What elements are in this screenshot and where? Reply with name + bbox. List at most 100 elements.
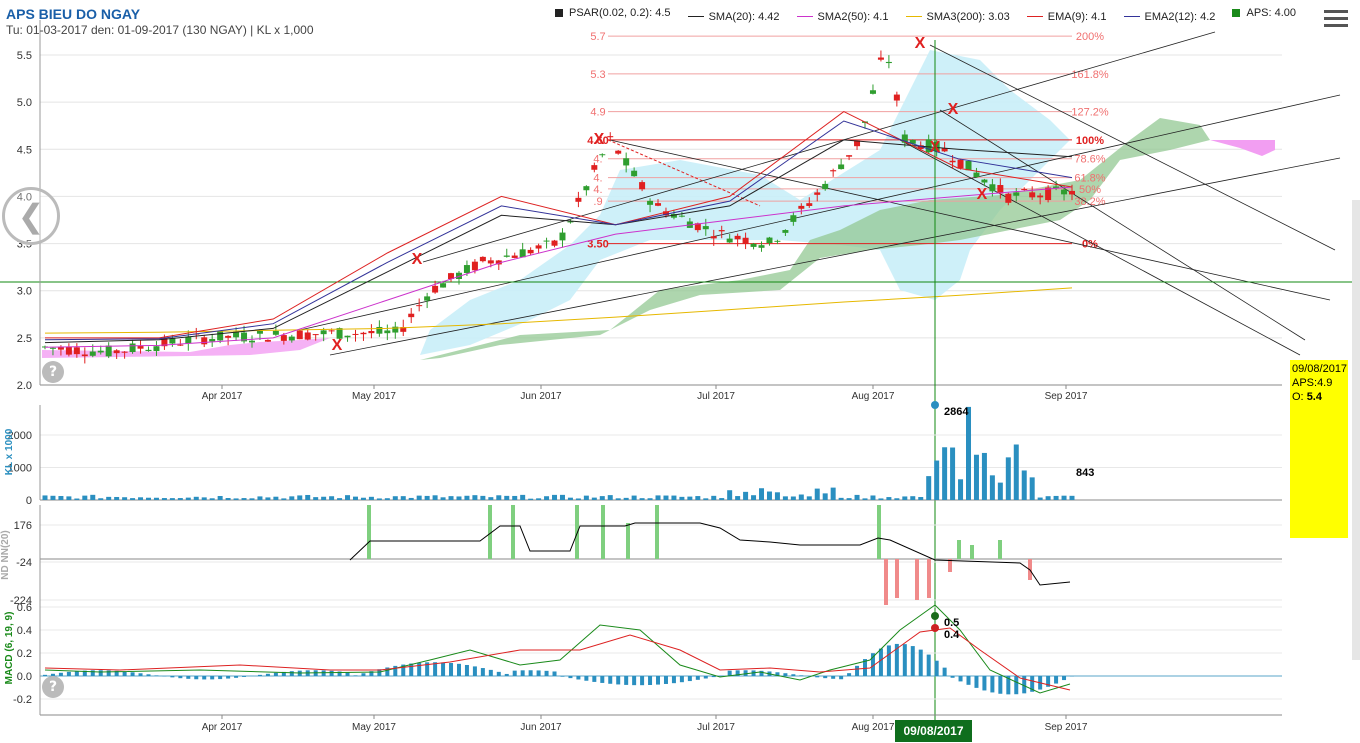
volume-bar — [98, 498, 104, 500]
candle-body — [408, 313, 415, 318]
macd-histogram-bar — [679, 676, 684, 683]
volume-bar — [782, 496, 788, 500]
vertical-scrollbar[interactable] — [1352, 200, 1360, 660]
macd-histogram-bar — [122, 671, 127, 676]
fibonacci-pct-label: 78.6% — [1074, 154, 1105, 166]
volume-bar — [703, 498, 709, 500]
candle-body — [368, 331, 375, 334]
macd-histogram-bar — [449, 662, 454, 676]
macd-histogram-bar — [194, 676, 199, 680]
volume-bar — [400, 496, 406, 500]
fibonacci-pct-label: 100% — [1076, 135, 1104, 147]
candle-body — [623, 158, 630, 166]
candle-body — [384, 330, 391, 334]
volume-bar — [695, 496, 701, 500]
legend-sma200[interactable]: SMA3(200): 3.03 — [905, 11, 1010, 23]
candle-body — [718, 230, 725, 232]
stock-chart[interactable]: 2.02.53.03.54.04.55.05.5Apr 2017 May 2017… — [0, 0, 1360, 743]
candle-body — [551, 240, 558, 246]
macd-tick-label: -0.2 — [13, 694, 32, 706]
hamburger-menu-icon[interactable] — [1324, 10, 1348, 31]
legend-ema9[interactable]: EMA(9): 4.1 — [1026, 11, 1106, 23]
macd-histogram-bar — [544, 670, 549, 676]
macd-histogram-bar — [496, 671, 501, 676]
candle-body — [81, 354, 88, 357]
volume-bar — [958, 479, 964, 500]
volume-bars — [42, 406, 1075, 500]
candle-body — [838, 164, 845, 170]
macd-histogram-bar — [799, 675, 804, 676]
candle-body — [774, 240, 781, 242]
tooltip-open: O: 5.4 — [1292, 391, 1322, 403]
candle-body — [256, 330, 263, 334]
chevron-left-icon[interactable]: ❮ — [2, 187, 60, 245]
fibonacci-pct-label: 200% — [1076, 31, 1104, 43]
volume-bar — [1045, 496, 1051, 500]
candle-body — [639, 182, 646, 190]
volume-bar — [838, 497, 844, 500]
legend-sma20[interactable]: SMA(20): 4.42 — [687, 11, 779, 23]
candle-body — [344, 335, 351, 338]
legend-ema12[interactable]: EMA2(12): 4.2 — [1123, 11, 1215, 23]
macd-histogram-bar — [878, 648, 883, 676]
volume-bar — [360, 497, 366, 500]
volume-bar — [464, 495, 470, 500]
volume-bar — [193, 496, 199, 500]
macd-histogram-bar — [74, 671, 79, 676]
volume-bar — [719, 498, 725, 500]
candle-body — [121, 351, 128, 353]
x-tick-label: Aug 2017 — [852, 391, 895, 402]
legend-aps[interactable]: APS: 4.00 — [1232, 7, 1296, 19]
legend-psar[interactable]: PSAR(0.02, 0.2): 4.5 — [555, 7, 671, 19]
macd-histogram-bar — [464, 664, 469, 676]
volume-bar — [870, 495, 876, 500]
candle-body — [113, 350, 120, 354]
macd-histogram-bar — [43, 674, 47, 676]
candle-body — [655, 203, 662, 206]
price-tick-label: 4.5 — [17, 144, 32, 156]
volume-bar — [934, 460, 940, 500]
legend-sma50[interactable]: SMA2(50): 4.1 — [796, 11, 888, 23]
foreign-buy-bar — [601, 505, 605, 559]
volume-bar — [153, 497, 159, 500]
volume-bar — [862, 498, 868, 500]
signal-value-marker — [931, 624, 939, 632]
candle-body — [57, 347, 64, 350]
volume-bar — [552, 494, 558, 500]
candle-body — [264, 339, 271, 342]
volume-bar — [520, 494, 526, 500]
volume-bar — [647, 498, 653, 500]
volume-bar — [918, 497, 924, 500]
macd-histogram-bar — [456, 663, 461, 676]
macd-histogram-bar — [560, 676, 565, 677]
candle-body — [678, 215, 685, 217]
candle-body — [73, 347, 80, 355]
candle-body — [615, 150, 622, 154]
macd-histogram-bar — [902, 644, 907, 676]
candle-body — [957, 159, 964, 169]
volume-bar — [894, 498, 900, 500]
volume-bar — [297, 495, 303, 500]
crosshair-date-label: 09/08/2017 — [895, 720, 972, 742]
candle-body — [177, 344, 184, 346]
volume-bar — [472, 495, 478, 500]
macd-histogram-bar — [528, 670, 533, 676]
candle-body — [503, 255, 510, 257]
macd-histogram-bar — [703, 676, 708, 679]
macd-histogram — [43, 643, 1074, 695]
candle-body — [463, 265, 470, 274]
volume-bar — [345, 495, 351, 500]
volume-bar — [997, 482, 1003, 500]
volume-bar — [233, 498, 239, 500]
fibonacci-price-label: 5.3 — [590, 69, 605, 81]
question-icon[interactable]: ? — [42, 361, 64, 383]
question-icon[interactable]: ? — [42, 676, 64, 698]
candle-body — [201, 337, 208, 345]
macd-histogram-bar — [592, 676, 597, 682]
volume-bar — [512, 495, 518, 500]
fibonacci-price-label: 4. — [593, 184, 602, 196]
volume-peak-label: 2864 — [944, 406, 969, 418]
macd-histogram-bar — [353, 675, 358, 676]
macd-histogram-bar — [472, 666, 477, 676]
macd-histogram-bar — [600, 676, 605, 683]
